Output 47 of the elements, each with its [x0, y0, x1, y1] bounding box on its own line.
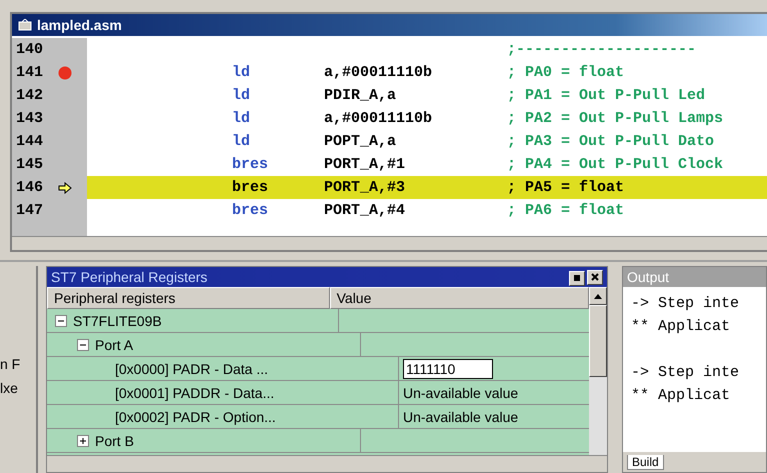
value-cell: Un-available value: [403, 384, 518, 400]
line-number: 140: [16, 41, 44, 58]
close-button[interactable]: [587, 270, 603, 284]
line-number: 144: [16, 133, 44, 150]
up-arrow-icon[interactable]: [594, 294, 602, 298]
vertical-scrollbar[interactable]: [589, 287, 607, 455]
tree-item-label[interactable]: Port B: [95, 432, 134, 448]
code-line: ld a,#00011110b ; PA2 = Out P-Pull Lamps: [231, 109, 724, 129]
output-line: -> Step inte: [631, 295, 740, 314]
document-icon: [18, 19, 32, 31]
collapse-toggle[interactable]: [55, 314, 67, 326]
output-tab[interactable]: Build: [627, 454, 664, 470]
line-number: 147: [16, 202, 44, 219]
code-line: ld PDIR_A,a ; PA1 = Out P-Pull Led: [231, 86, 706, 106]
square-icon: [574, 275, 580, 281]
code-line: bres PORT_A,#4 ; PA6 = float: [231, 201, 626, 221]
column-header[interactable]: Peripheral registers: [47, 287, 330, 309]
line-number: 145: [16, 156, 44, 173]
tree-item-label[interactable]: [0x0001] PADDR - Data...: [115, 384, 274, 400]
output-line: -> Step inte: [631, 364, 740, 383]
value-cell: Un-available value: [403, 408, 518, 424]
line-number: 142: [16, 87, 44, 104]
output-line: ** Applicat: [631, 318, 732, 337]
panel-title: Output: [627, 269, 670, 285]
panel-title: ST7 Peripheral Registers: [51, 269, 208, 285]
column-header[interactable]: Value: [330, 287, 589, 309]
panel-text: lxe: [0, 380, 19, 396]
restore-button[interactable]: [569, 270, 585, 286]
close-icon: [591, 273, 599, 281]
tree-item-label[interactable]: [0x0002] PADR - Option...: [115, 408, 276, 424]
tree-item-label[interactable]: ST7FLITE09B: [73, 312, 162, 328]
line-number: 143: [16, 110, 44, 127]
value-input-field[interactable]: 1111110: [403, 358, 493, 378]
code-line: ;--------------------: [506, 40, 698, 60]
line-number: 141: [16, 64, 44, 81]
expand-toggle[interactable]: [77, 434, 89, 446]
code-line: bres PORT_A,#1 ; PA4 = Out P-Pull Clock: [231, 155, 724, 175]
collapse-toggle[interactable]: [77, 338, 89, 350]
code-line: ld POPT_A,a ; PA3 = Out P-Pull Dato: [231, 132, 716, 152]
tree-item-label[interactable]: [0x0000] PADR - Data ...: [115, 360, 268, 376]
plus-icon: [79, 436, 87, 444]
panel-text: n F: [0, 356, 22, 372]
code-line: ld a,#00011110b ; PA0 = float: [231, 63, 626, 83]
tree-item-label[interactable]: Port A: [95, 336, 134, 352]
output-line: ** Applicat: [631, 387, 732, 406]
line-number: 146: [16, 179, 44, 196]
window-title: lampled.asm: [37, 17, 122, 33]
